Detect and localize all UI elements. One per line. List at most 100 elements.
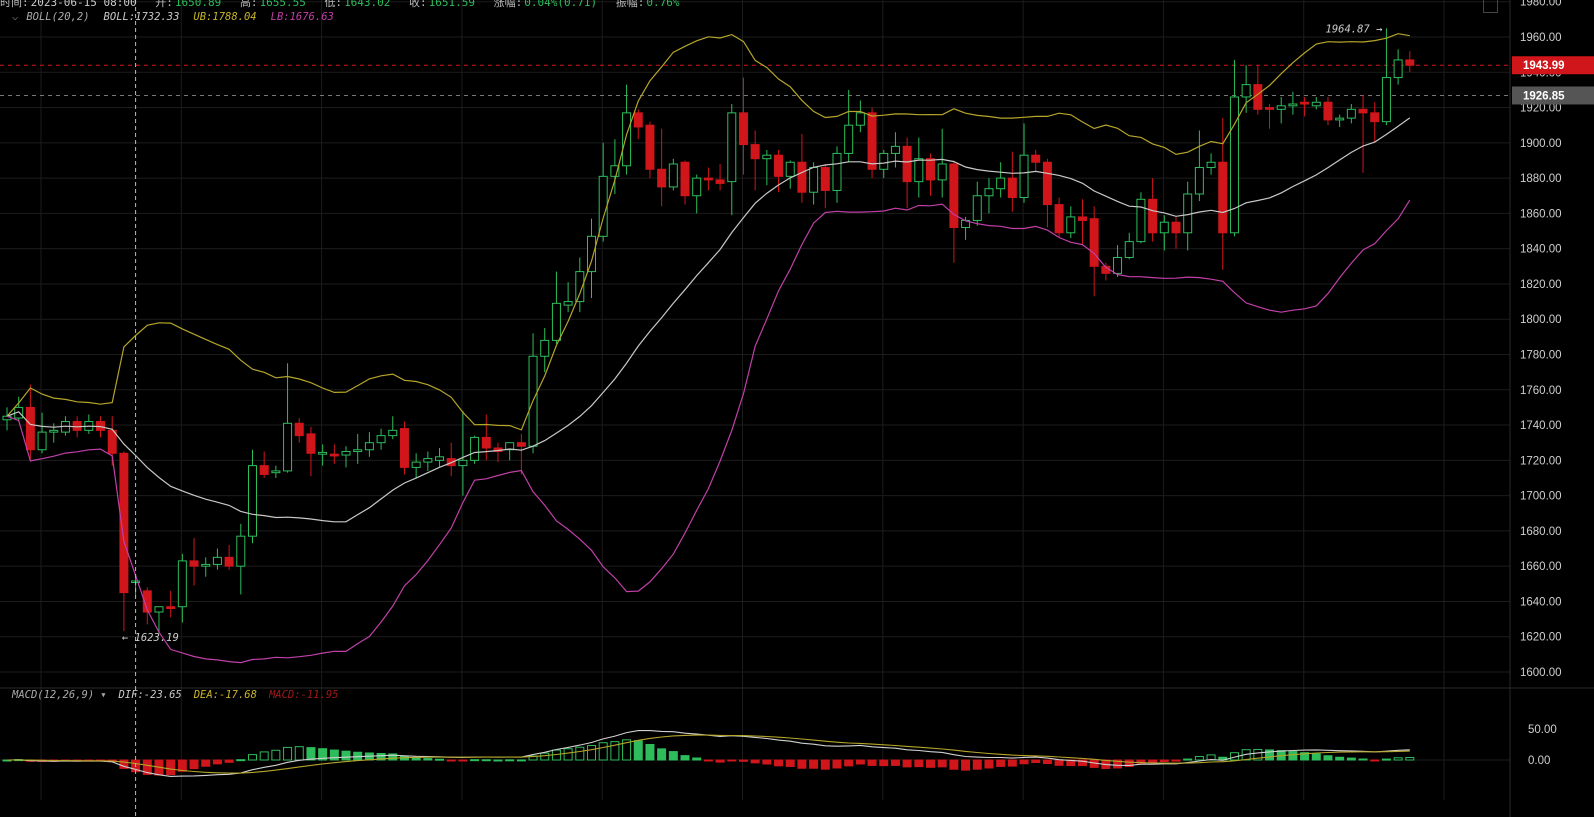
macd-histogram-bar [762, 759, 772, 765]
candle [446, 442, 456, 477]
candle-body [1370, 112, 1380, 123]
macd-tick-label: 0.00 [1528, 755, 1550, 767]
change-value: 0.04%(0.71) [524, 0, 598, 9]
candle [14, 396, 24, 422]
candle [715, 164, 725, 191]
candle [610, 139, 620, 194]
fullscreen-icon[interactable] [1483, 0, 1498, 13]
price-tick-label: 1860.00 [1520, 208, 1562, 220]
candle-body [1276, 105, 1286, 110]
candle [1323, 96, 1333, 126]
macd-histogram-bar [785, 759, 795, 767]
macd-histogram-bar [470, 759, 480, 762]
candle-body [1019, 154, 1029, 199]
candle-body [926, 158, 936, 181]
candle-body [481, 436, 491, 449]
candle [224, 545, 234, 570]
macd-histogram-bar [797, 759, 807, 769]
candle [738, 77, 748, 175]
price-tick-label: 1660.00 [1520, 561, 1562, 573]
candle [1054, 197, 1064, 239]
macd-histogram-bar [1346, 757, 1356, 761]
candle-body [1206, 161, 1216, 169]
boll-indicator-name[interactable]: BOLL(20,2) [26, 11, 89, 23]
boll-mid-value: BOLL:1732.33 [103, 11, 180, 23]
price-tick-label: 1600.00 [1520, 667, 1562, 679]
collapse-chevron-icon[interactable]: ⌵ [12, 11, 18, 23]
candle [855, 100, 865, 133]
candle [587, 218, 596, 299]
candle-body [236, 535, 246, 567]
candle [294, 418, 304, 443]
candle [189, 537, 199, 586]
candle-body [189, 560, 199, 567]
macd-histogram-bar [879, 759, 889, 767]
candle [154, 606, 164, 634]
candle-body [867, 112, 877, 170]
macd-histogram-bar [657, 748, 667, 761]
candle [563, 282, 573, 313]
candle [1183, 181, 1193, 251]
macd-histogram-bar [411, 757, 421, 761]
macd-histogram-bar [984, 759, 994, 769]
amplitude-value: 0.76% [646, 0, 680, 9]
macd-dif-line [6, 730, 1410, 777]
macd-histogram-bar [1370, 759, 1380, 762]
candle [84, 414, 94, 434]
macd-histogram-bar [212, 759, 222, 765]
macd-histogram-bar [902, 759, 912, 768]
macd-histogram-bar [1381, 758, 1391, 761]
price-tick-label: 1640.00 [1520, 596, 1562, 608]
macd-histogram-bar [1335, 756, 1345, 761]
candle [1300, 96, 1310, 117]
candle-body [1113, 256, 1123, 274]
macd-histogram-bar [505, 759, 515, 762]
candle [1381, 28, 1391, 126]
macd-histogram-bar [1194, 756, 1204, 761]
candle-body [1346, 108, 1356, 119]
macd-hist-value: MACD:-11.95 [268, 689, 339, 701]
candle [142, 587, 152, 625]
macd-histogram-bar [341, 750, 351, 761]
candle-body [353, 449, 363, 453]
macd-histogram-bar [738, 759, 748, 762]
candle [914, 137, 924, 198]
candle-body [692, 177, 702, 197]
candle [984, 178, 994, 214]
macd-indicator-name[interactable]: MACD(12,26,9) [12, 689, 94, 701]
candle [341, 446, 351, 468]
dropdown-caret-icon[interactable]: ▾ [100, 689, 106, 701]
candle [399, 421, 409, 475]
macd-histogram-bar [236, 759, 246, 762]
macd-legend: MACD(12,26,9) ▾ DIF:-23.65 DEA:-17.68 MACD:-… [12, 689, 351, 701]
candle-body [1031, 154, 1041, 163]
candle-body [1265, 107, 1275, 110]
candle [762, 149, 772, 186]
macd-histogram-bar [1042, 759, 1052, 765]
candle [376, 428, 386, 450]
candle [388, 416, 398, 440]
candle-body [212, 556, 222, 565]
candle-body [1393, 59, 1403, 79]
candle-body [458, 459, 468, 467]
macd-histogram-bar [949, 759, 959, 770]
macd-histogram-bar [493, 759, 503, 762]
macd-histogram-bar [809, 759, 819, 769]
candle [996, 162, 1006, 198]
candle [1358, 95, 1368, 173]
candle-body [972, 195, 982, 221]
macd-histogram-bar [1171, 759, 1181, 762]
candle-body [633, 112, 643, 128]
boll-ub-value: UB:1788.04 [193, 11, 257, 23]
candle-body [890, 145, 900, 154]
macd-histogram-bar [294, 746, 304, 761]
last-price-tag: 1943.99 [1523, 60, 1565, 72]
candle [1019, 123, 1029, 203]
time-label: 时间: [0, 0, 29, 9]
amplitude-label: 振幅: [615, 0, 645, 9]
candle [505, 442, 515, 461]
candle-body [1136, 198, 1146, 243]
candle [458, 410, 468, 496]
candle-body [1124, 241, 1134, 258]
candle-body [774, 154, 784, 177]
